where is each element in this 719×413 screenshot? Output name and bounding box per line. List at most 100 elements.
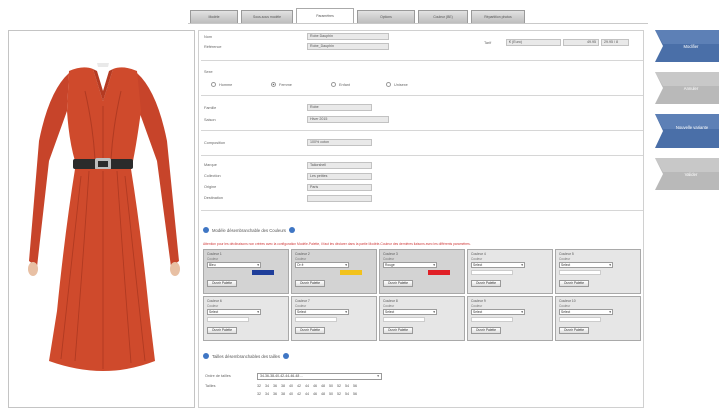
collection-field[interactable]: Les petites (307, 173, 372, 180)
size-value[interactable]: 54 (345, 384, 349, 388)
tab-modele[interactable]: Modèle (190, 10, 238, 23)
open-palette-button[interactable]: Ouvrir Palette (207, 327, 237, 334)
radio-enfant[interactable]: Enfant (331, 82, 350, 87)
annuler-button[interactable]: Annuler (655, 72, 719, 104)
tab-sous-modele[interactable]: Sous-sous modèle (241, 10, 293, 23)
tab-couleur[interactable]: Couleur (BE) (418, 10, 468, 23)
size-value[interactable]: 46 (313, 384, 317, 388)
size-value[interactable]: 34 (265, 384, 269, 388)
radio-label: Unisexe (394, 82, 408, 87)
size-value[interactable]: 56 (353, 384, 357, 388)
open-palette-button[interactable]: Ouvrir Palette (383, 280, 413, 287)
size-value[interactable]: 38 (281, 384, 285, 388)
size-value[interactable]: 32 (257, 384, 261, 388)
tab-repartition-photos[interactable]: Répartition photos (471, 10, 525, 23)
color-select[interactable]: Select (559, 309, 613, 315)
composition-field[interactable]: 100% coton (307, 139, 372, 146)
color-select[interactable]: Select (559, 262, 613, 268)
open-palette-button[interactable]: Ouvrir Palette (207, 280, 237, 287)
tab-options[interactable]: Options (357, 10, 415, 23)
color-box-5: Couleur 5 Couleur Select Ouvrir Palette (555, 249, 641, 294)
color-box-4: Couleur 4 Couleur Select Ouvrir Palette (467, 249, 553, 294)
open-palette-button[interactable]: Ouvrir Palette (559, 327, 589, 334)
modifier-button[interactable]: Modifier (655, 30, 719, 62)
composition-section: Composition 100% coton (201, 132, 643, 156)
color-select[interactable]: Select (471, 309, 525, 315)
open-palette-button[interactable]: Ouvrir Palette (471, 280, 501, 287)
reference-field[interactable]: Robe_Dauphin (307, 43, 389, 50)
color-swatch (252, 270, 274, 275)
color-select[interactable]: Select (383, 309, 437, 315)
size-value[interactable]: 38 (281, 392, 285, 396)
size-value[interactable]: 48 (321, 392, 325, 396)
destination-field[interactable] (307, 195, 372, 202)
color-box-title: Couleur 5 (559, 252, 574, 256)
color-box-title: Couleur 8 (383, 299, 398, 303)
size-value[interactable]: 54 (345, 392, 349, 396)
radio-femme[interactable]: Femme (271, 82, 292, 87)
color-select[interactable]: Select (295, 309, 349, 315)
size-value[interactable]: 48 (321, 384, 325, 388)
color-swatch-empty (383, 317, 425, 322)
color-swatch (428, 270, 450, 275)
open-palette-button[interactable]: Ouvrir Palette (295, 280, 325, 287)
color-select[interactable]: Select (471, 262, 525, 268)
open-palette-button[interactable]: Ouvrir Palette (383, 327, 413, 334)
color-box-title: Couleur 2 (295, 252, 310, 256)
size-value[interactable]: 50 (329, 392, 333, 396)
tarif-amount-field[interactable]: 49.95 (563, 39, 599, 46)
color-grid: Couleur 1 Couleur Bleu Ouvrir Palette Co… (203, 249, 641, 341)
tarif-label: Tarif (484, 41, 492, 45)
saison-field[interactable]: Hiver 2015 (307, 116, 389, 123)
size-value[interactable]: 36 (273, 392, 277, 396)
tab-parametres[interactable]: Paramètres (296, 8, 354, 23)
size-value[interactable]: 50 (329, 384, 333, 388)
size-value[interactable]: 44 (305, 392, 309, 396)
size-value[interactable]: 32 (257, 392, 261, 396)
size-value[interactable]: 44 (305, 384, 309, 388)
size-value[interactable]: 40 (289, 384, 293, 388)
color-select[interactable]: Or ë (295, 262, 349, 268)
size-value[interactable]: 40 (289, 392, 293, 396)
valider-button[interactable]: Valider (655, 158, 719, 190)
color-select[interactable]: Select (207, 309, 261, 315)
size-value[interactable]: 52 (337, 384, 341, 388)
radio-dot (271, 82, 276, 87)
color-select[interactable]: Bleu (207, 262, 261, 268)
color-swatch-empty (295, 317, 337, 322)
size-row-1: 32 34 36 38 40 42 44 46 48 50 52 54 56 (257, 384, 357, 388)
size-value[interactable]: 42 (297, 384, 301, 388)
color-box-sublabel: Couleur (559, 257, 571, 261)
nouvelle-variante-button[interactable]: Nouvelle variante (655, 114, 719, 148)
nom-field[interactable]: Robe Dauphin (307, 33, 389, 40)
open-palette-button[interactable]: Ouvrir Palette (471, 327, 501, 334)
sizes-section-title: Tailles désembranchables des tailles (203, 353, 289, 359)
tarif-extra-field[interactable]: 29.95 / 8 (601, 39, 629, 46)
radio-unisexe[interactable]: Unisexe (386, 82, 408, 87)
radio-homme[interactable]: Homme (211, 82, 232, 87)
color-select[interactable]: Rouge (383, 262, 437, 268)
open-palette-button[interactable]: Ouvrir Palette (559, 280, 589, 287)
size-value[interactable]: 36 (273, 384, 277, 388)
sexe-label: Sexe (204, 70, 213, 74)
size-value[interactable]: 42 (297, 392, 301, 396)
radio-label: Enfant (339, 82, 350, 87)
size-value[interactable]: 46 (313, 392, 317, 396)
open-palette-button[interactable]: Ouvrir Palette (295, 327, 325, 334)
tab-underline (188, 23, 648, 24)
color-box-sublabel: Couleur (559, 304, 571, 308)
color-box-title: Couleur 9 (471, 299, 486, 303)
sexe-section: Sexe Homme Femme Enfant Unisexe (201, 62, 643, 96)
marque-field[interactable]: Tailorshell (307, 162, 372, 169)
color-swatch-empty (471, 270, 513, 275)
help-icon[interactable] (289, 227, 296, 233)
tarif-currency-field[interactable]: € (Euro) (506, 39, 561, 46)
help-icon[interactable] (282, 353, 289, 359)
origine-field[interactable]: Paris (307, 184, 372, 191)
size-order-label: Ordre de tailles (205, 374, 231, 378)
size-order-select[interactable]: 34-36-38-40-42-44-46-48 ... (257, 373, 382, 380)
size-value[interactable]: 52 (337, 392, 341, 396)
size-value[interactable]: 56 (353, 392, 357, 396)
famille-field[interactable]: Robe (307, 104, 372, 111)
size-value[interactable]: 34 (265, 392, 269, 396)
